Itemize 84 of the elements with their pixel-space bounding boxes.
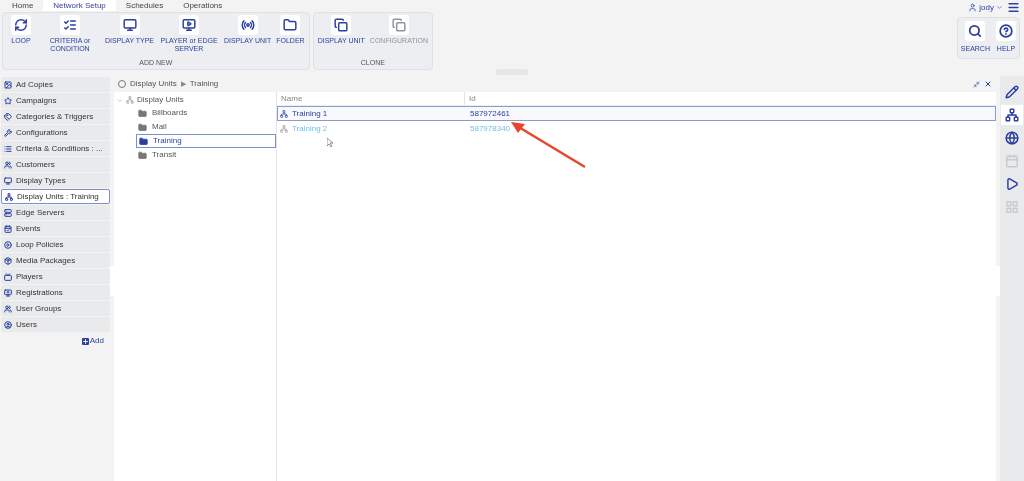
breadcrumb-item[interactable]: Training bbox=[189, 78, 219, 90]
sidebar-item[interactable]: Edge Servers bbox=[1, 205, 110, 220]
package-icon bbox=[4, 256, 12, 265]
menu-icon[interactable] bbox=[1007, 1, 1020, 14]
tree-item[interactable]: Display Units bbox=[116, 94, 276, 106]
tv-icon bbox=[4, 272, 12, 281]
sidebar-item[interactable]: Users bbox=[1, 317, 110, 332]
globe-icon bbox=[1005, 131, 1019, 145]
list-icon bbox=[4, 144, 12, 153]
ribbon-tab[interactable]: Home bbox=[2, 0, 44, 11]
table-cell-text: 587972461 bbox=[469, 107, 511, 120]
play-icon bbox=[1005, 177, 1019, 191]
sidebar-item[interactable]: Events bbox=[1, 221, 110, 236]
caret-icon bbox=[996, 4, 1003, 11]
network-icon bbox=[126, 96, 134, 104]
sidebar-item[interactable]: Media Packages bbox=[1, 253, 110, 268]
plus-icon bbox=[81, 337, 89, 345]
table-cell-text: 587978340 bbox=[469, 122, 511, 135]
sidebar-item[interactable]: Customers bbox=[1, 157, 110, 172]
breadcrumb-item[interactable]: Display Units bbox=[130, 78, 177, 90]
checklist-icon bbox=[63, 18, 77, 32]
monitor-icon bbox=[4, 288, 12, 297]
sidebar-item[interactable]: Loop Policies bbox=[1, 237, 110, 252]
tree-item[interactable]: Mall bbox=[136, 120, 276, 134]
star-icon bbox=[4, 96, 12, 105]
calendar-icon bbox=[4, 224, 12, 233]
folder-icon bbox=[283, 18, 298, 32]
wrench-icon bbox=[4, 128, 12, 137]
table-cell: Training 2 bbox=[278, 122, 466, 135]
network-icon bbox=[280, 124, 288, 133]
close-icon[interactable] bbox=[984, 80, 992, 88]
rail-button[interactable] bbox=[1001, 105, 1023, 125]
pencil-icon bbox=[1005, 85, 1019, 99]
sidebar-item[interactable]: Display Types bbox=[1, 173, 110, 188]
cursor-icon bbox=[327, 138, 333, 147]
ribbon-tab[interactable]: Schedules bbox=[115, 0, 174, 11]
users-icon bbox=[4, 304, 12, 313]
play-icon bbox=[4, 240, 12, 249]
tree-item[interactable]: Billboards bbox=[136, 106, 276, 120]
sidebar-item[interactable]: Campaigns bbox=[1, 93, 110, 108]
add-button[interactable]: Add bbox=[81, 335, 104, 347]
table-cell: Training 1 bbox=[278, 107, 466, 120]
sidebar-item[interactable]: Registrations bbox=[1, 285, 110, 300]
sidebar-item[interactable]: Players bbox=[1, 269, 110, 284]
sidebar-item[interactable]: Criteria & Conditions : ... bbox=[1, 141, 110, 156]
loop-icon bbox=[14, 18, 28, 32]
network-icon bbox=[1005, 108, 1019, 122]
search-icon bbox=[968, 24, 983, 38]
grid-icon bbox=[1005, 200, 1019, 214]
folder-icon bbox=[138, 150, 147, 160]
column-header[interactable]: Name bbox=[277, 92, 465, 105]
calendar-icon bbox=[1005, 154, 1019, 168]
collapse-icon[interactable] bbox=[973, 80, 980, 88]
tags-icon bbox=[4, 112, 12, 121]
user-menu[interactable]: jody bbox=[968, 1, 1003, 14]
sidebar-item[interactable]: Ad Copies bbox=[1, 77, 110, 92]
sidebar-item[interactable]: Categories & Triggers bbox=[1, 109, 110, 124]
table-row[interactable]: Training 1 587972461 bbox=[277, 106, 996, 121]
monitor-icon bbox=[122, 18, 137, 32]
network-icon bbox=[280, 109, 288, 118]
user-icon bbox=[968, 3, 978, 12]
folder-icon bbox=[138, 108, 147, 118]
ribbon-tab[interactable]: Operations bbox=[173, 0, 233, 11]
sidebar-item[interactable]: Configurations bbox=[1, 125, 110, 140]
copy-icon bbox=[334, 18, 349, 32]
folder-icon bbox=[138, 122, 147, 132]
monitor-play-icon bbox=[182, 18, 197, 32]
user-icon bbox=[4, 320, 12, 329]
server-icon bbox=[4, 208, 12, 217]
help-icon bbox=[999, 24, 1013, 38]
chevron-icon bbox=[116, 96, 123, 104]
folder-icon bbox=[139, 136, 148, 146]
sidebar-item[interactable]: User Groups bbox=[1, 301, 110, 316]
monitor-icon bbox=[4, 176, 12, 185]
ribbon-tab[interactable]: Network Setup bbox=[43, 0, 116, 11]
network-icon bbox=[5, 192, 13, 201]
column-header[interactable]: Id bbox=[465, 92, 996, 105]
sidebar-item[interactable]: Display Units : Training bbox=[1, 189, 110, 204]
tree-item[interactable]: Training bbox=[136, 134, 276, 148]
image-icon bbox=[4, 80, 12, 89]
copy-icon bbox=[391, 18, 406, 32]
broadcast-icon bbox=[240, 18, 255, 32]
users-icon bbox=[4, 160, 12, 169]
tree-item[interactable]: Transit bbox=[136, 148, 276, 162]
